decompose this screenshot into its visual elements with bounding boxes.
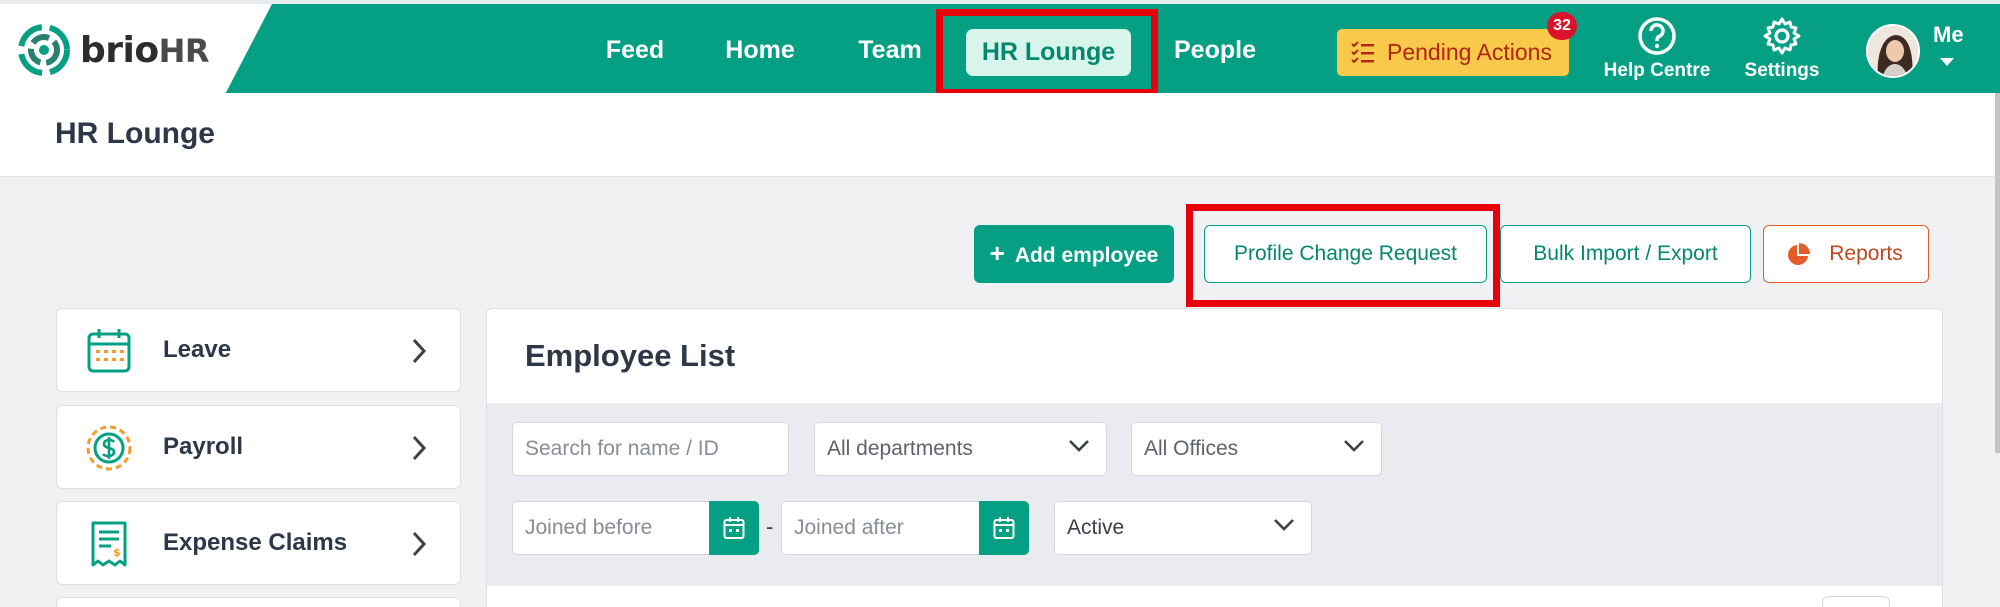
calendar-icon <box>87 329 131 373</box>
nav-people[interactable]: People <box>1165 26 1265 74</box>
employee-list-title: Employee List <box>525 338 736 373</box>
user-avatar[interactable] <box>1866 24 1920 78</box>
menu-item-leave[interactable]: Leave <box>56 308 461 392</box>
chevron-down-icon <box>1274 519 1294 531</box>
reports-label: Reports <box>1829 242 1903 265</box>
avatar-image <box>1868 26 1918 76</box>
pending-actions-label: Pending Actions <box>1387 39 1552 65</box>
department-select[interactable]: All departments <box>814 422 1107 476</box>
list-content-area <box>487 586 1942 607</box>
settings-button[interactable]: Settings <box>1722 16 1842 82</box>
department-select-value: All departments <box>827 437 973 460</box>
chevron-right-icon <box>412 531 427 557</box>
chevron-right-icon <box>412 338 427 364</box>
question-circle-icon <box>1638 17 1676 55</box>
logo-area: brioHR <box>0 4 272 93</box>
status-select[interactable]: Active <box>1054 501 1312 555</box>
list-options-button[interactable] <box>1822 596 1890 607</box>
highlight-profile-change-request <box>1186 204 1500 307</box>
bulk-import-export-button[interactable]: Bulk Import / Export <box>1500 225 1751 283</box>
office-select-value: All Offices <box>1144 437 1239 460</box>
joined-after-calendar-button[interactable] <box>979 501 1029 555</box>
chevron-down-icon <box>1069 440 1089 452</box>
dollar-coin-icon <box>86 425 132 471</box>
calendar-icon <box>723 517 745 539</box>
brio-logo-icon <box>18 24 70 76</box>
highlight-hr-lounge <box>936 9 1158 96</box>
menu-item-label: Payroll <box>163 433 244 460</box>
gear-icon <box>1763 17 1801 55</box>
logo-text: brioHR <box>80 29 210 71</box>
chevron-down-icon[interactable] <box>1940 58 1954 66</box>
reports-button[interactable]: Reports <box>1763 225 1929 283</box>
menu-item-label: Leave <box>163 336 232 363</box>
nav-feed[interactable]: Feed <box>585 26 685 74</box>
add-employee-label: Add employee <box>1014 244 1159 267</box>
settings-label: Settings <box>1744 60 1820 81</box>
nav-home[interactable]: Home <box>710 26 810 74</box>
brio-hr-logo[interactable]: brioHR <box>18 24 210 76</box>
menu-item-payroll[interactable]: Payroll <box>56 405 461 489</box>
pie-chart-icon <box>1788 243 1810 265</box>
menu-item-expense-claims[interactable]: $ Expense Claims <box>56 501 461 585</box>
receipt-icon: $ <box>91 521 127 567</box>
checklist-icon <box>1351 41 1374 63</box>
menu-item-label: Expense Claims <box>163 529 348 556</box>
help-centre-label: Help Centre <box>1603 60 1711 81</box>
menu-item-partial[interactable] <box>56 597 461 607</box>
office-select[interactable]: All Offices <box>1131 422 1382 476</box>
page-title: HR Lounge <box>55 117 215 150</box>
search-input[interactable]: Search for name / ID <box>512 422 789 476</box>
pending-actions-button[interactable]: Pending Actions <box>1337 29 1569 76</box>
calendar-icon <box>993 517 1015 539</box>
nav-team[interactable]: Team <box>840 26 940 74</box>
chevron-right-icon <box>412 435 427 461</box>
plus-icon: + <box>989 238 1005 268</box>
page-scrollbar[interactable] <box>1995 93 2000 453</box>
chevron-down-icon <box>1344 440 1364 452</box>
date-range-separator: - <box>766 514 774 539</box>
help-centre-button[interactable]: Help Centre <box>1597 16 1717 82</box>
me-label[interactable]: Me <box>1933 22 1964 48</box>
add-employee-button[interactable]: + Add employee <box>974 225 1174 283</box>
joined-before-calendar-button[interactable] <box>709 501 759 555</box>
svg-text:$: $ <box>113 546 121 559</box>
status-select-value: Active <box>1067 516 1125 539</box>
pending-count-badge: 32 <box>1547 12 1577 40</box>
page-header: HR Lounge <box>0 93 1995 177</box>
